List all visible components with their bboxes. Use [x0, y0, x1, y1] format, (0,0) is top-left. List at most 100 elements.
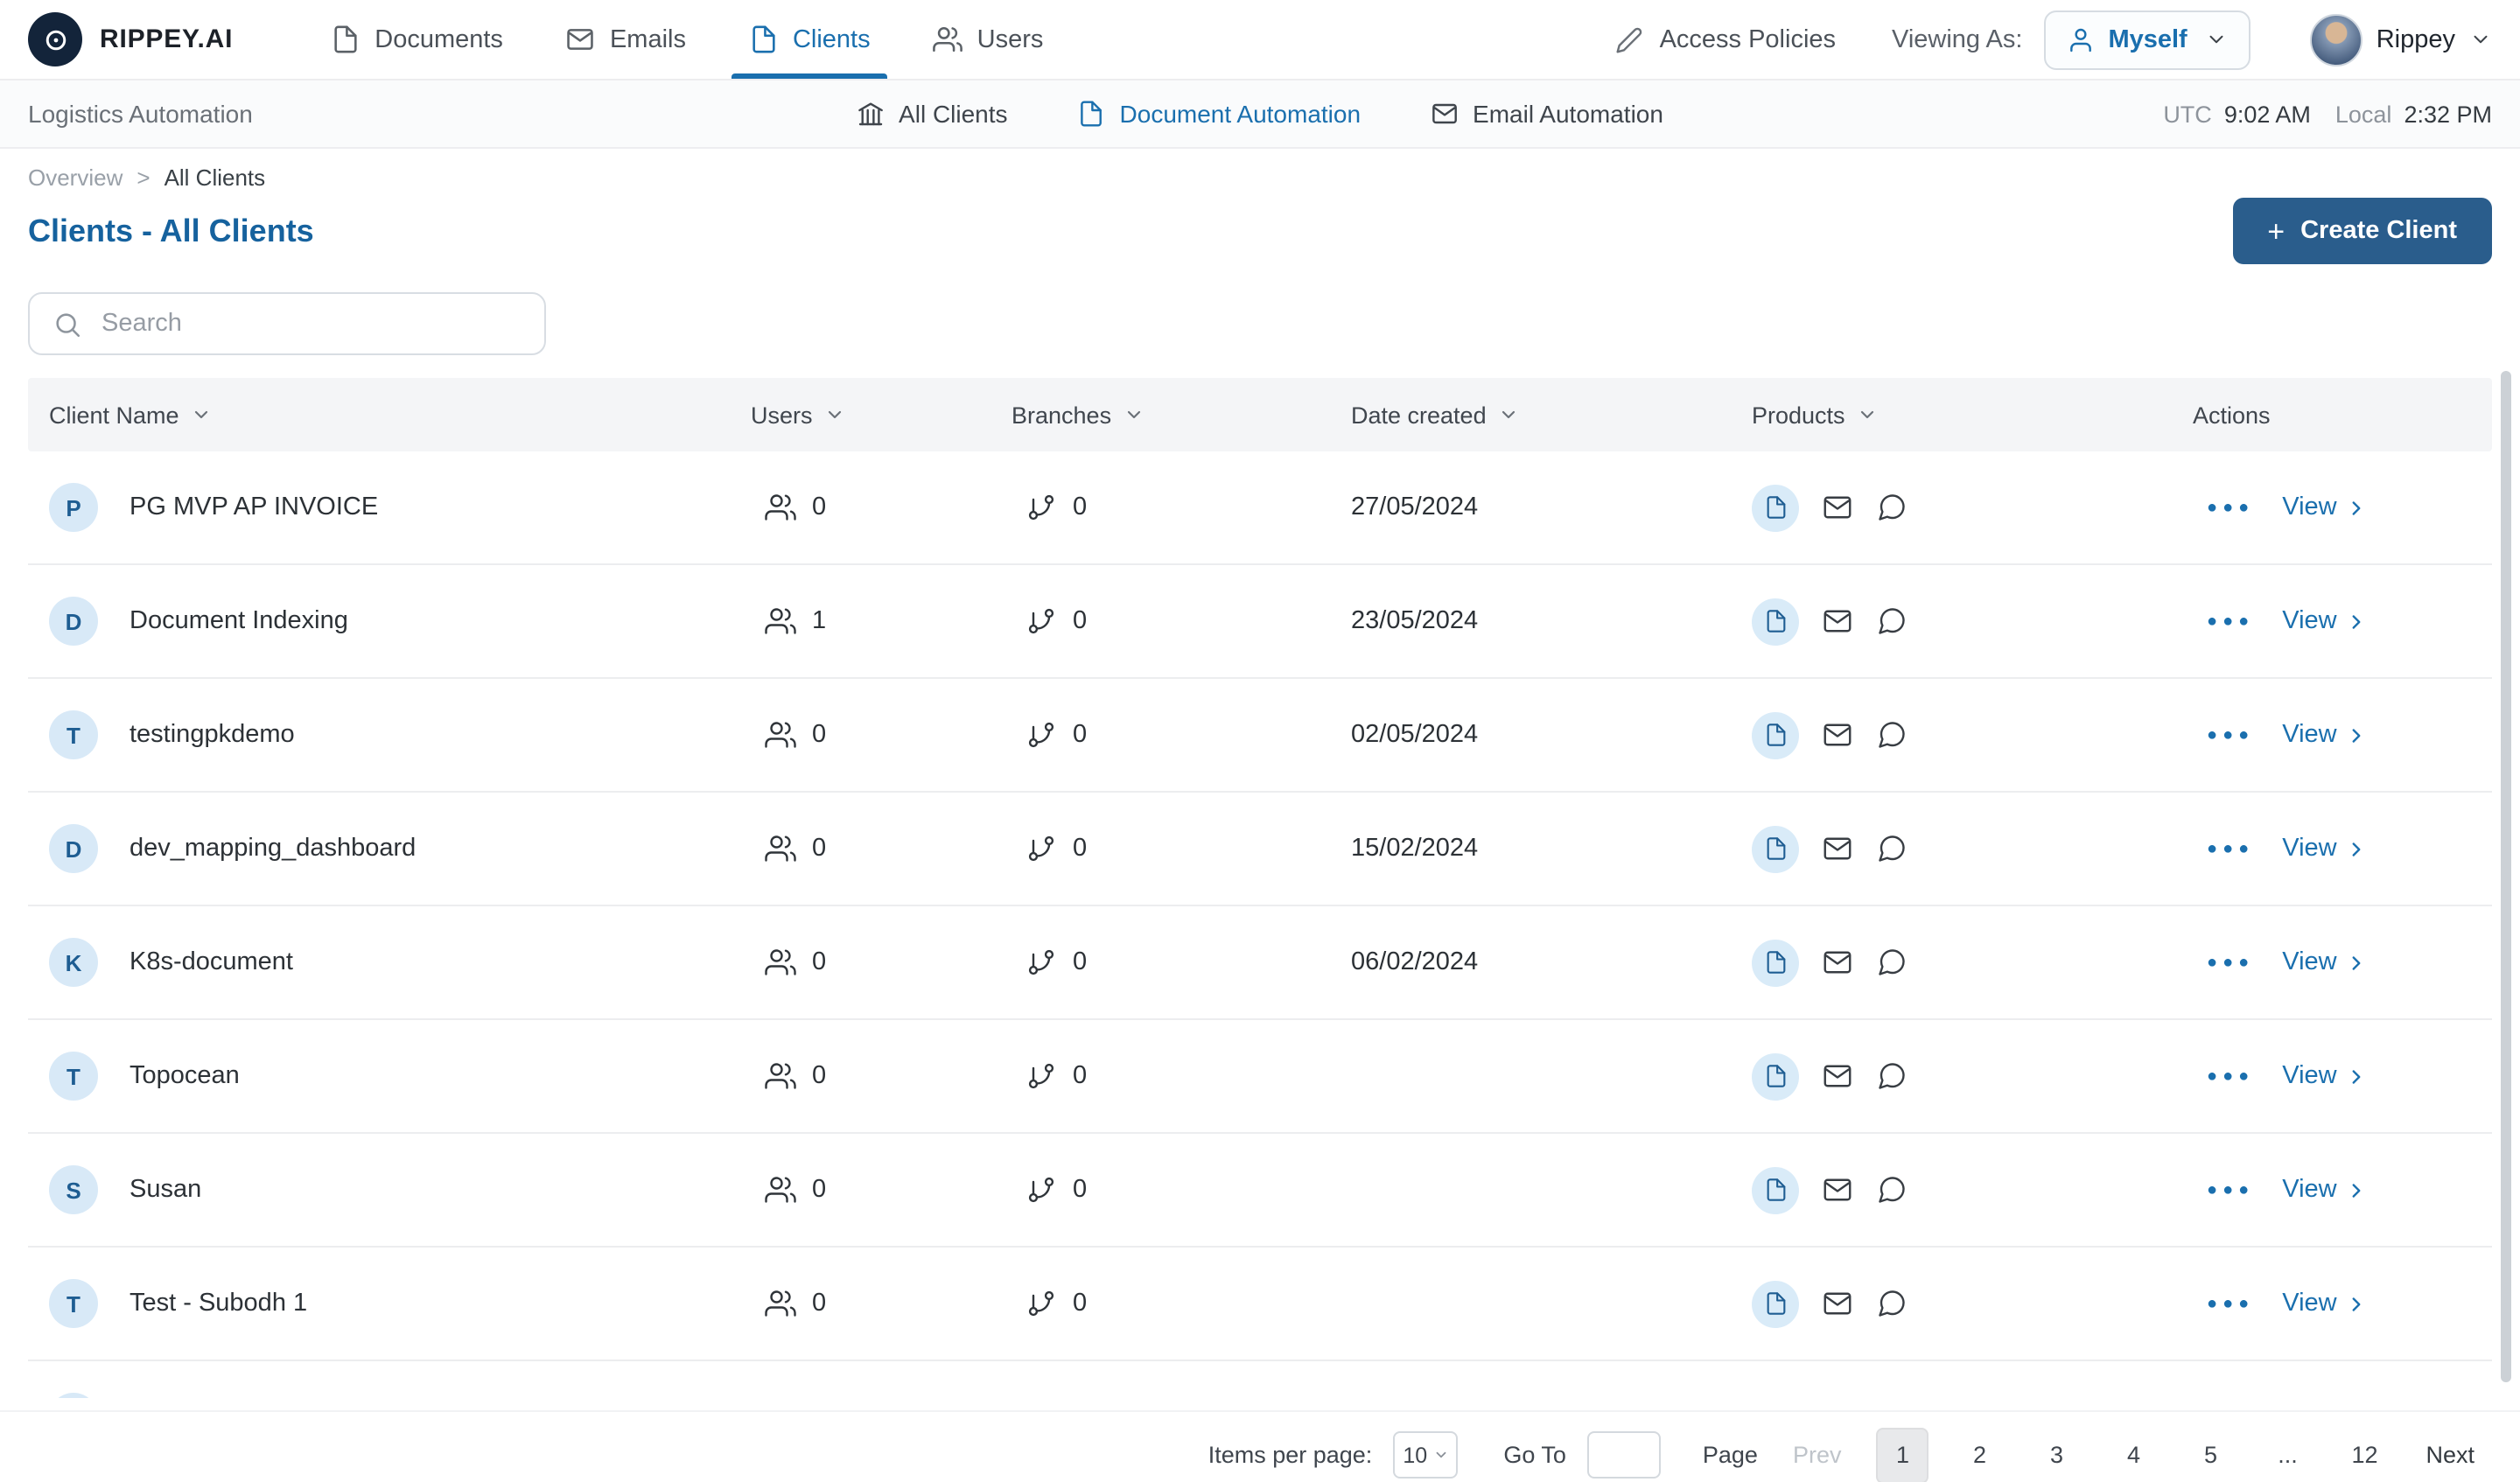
vertical-scrollbar[interactable]	[2501, 371, 2511, 1382]
goto-page-input[interactable]	[1586, 1431, 1661, 1479]
more-options-icon[interactable]: ●●●	[2207, 1180, 2254, 1199]
prev-page-button[interactable]: Prev	[1793, 1442, 1842, 1468]
nav-item-documents[interactable]: Documents	[331, 0, 503, 79]
chevron-right-icon	[2353, 955, 2362, 969]
client-name-cell: S Susan	[28, 1165, 751, 1214]
page-number-button[interactable]: 1	[1876, 1427, 1929, 1482]
date-created-cell: 02/05/2024	[1351, 721, 1479, 749]
actions-cell: ●●● View	[2193, 721, 2492, 749]
view-link[interactable]: View	[2282, 1062, 2368, 1090]
users-count: 0	[812, 721, 827, 749]
view-link[interactable]: View	[2282, 1290, 2368, 1318]
column-header-client-name[interactable]: Client Name	[28, 402, 751, 428]
view-link[interactable]: View	[2282, 607, 2368, 635]
viewing-as-label: Viewing As:	[1892, 25, 2023, 53]
table-row: D dev_mapping_dashboard 0 0 15/02/2024 ●…	[28, 793, 2492, 906]
table-row: T Topocean 0 0 ●●● View	[28, 1020, 2492, 1134]
product-chat-icon	[1876, 1174, 1908, 1206]
clients-table: Client Name Users Branches Date created …	[28, 378, 2492, 1398]
avatar	[2309, 13, 2362, 66]
chevron-right-icon	[2353, 1069, 2362, 1083]
chevron-right-icon	[2353, 728, 2362, 742]
branches-cell: 0	[1012, 1060, 1351, 1092]
brand-logo[interactable]	[28, 12, 82, 66]
search-box	[28, 292, 546, 355]
view-link[interactable]: View	[2282, 493, 2368, 521]
tab-email-automation[interactable]: Email Automation	[1431, 100, 1663, 128]
view-link[interactable]: View	[2282, 835, 2368, 863]
page-number-button[interactable]: 12	[2338, 1427, 2390, 1482]
app-window: RIPPEY.AI Documents Emails Clients Users…	[0, 0, 2520, 1482]
more-options-icon[interactable]: ●●●	[2207, 612, 2254, 631]
more-options-icon[interactable]: ●●●	[2207, 498, 2254, 517]
document-icon	[334, 25, 357, 53]
users-cell: 0	[751, 1174, 1012, 1206]
more-options-icon[interactable]: ●●●	[2207, 1066, 2254, 1086]
more-options-icon[interactable]: ●●●	[2207, 839, 2254, 858]
breadcrumb-overview[interactable]: Overview	[28, 164, 122, 191]
column-header-branches[interactable]: Branches	[1012, 402, 1351, 428]
products-cell	[1752, 598, 2193, 645]
product-email-icon	[1822, 833, 1853, 864]
more-options-icon[interactable]: ●●●	[2207, 725, 2254, 744]
building-icon	[858, 102, 883, 126]
actions-cell: ●●● View	[2193, 1176, 2492, 1204]
users-icon	[765, 608, 796, 634]
column-header-users[interactable]: Users	[751, 402, 1012, 428]
section-bar: Logistics Automation All Clients Documen…	[0, 80, 2520, 149]
nav-item-emails[interactable]: Emails	[566, 0, 686, 79]
users-icon	[765, 494, 796, 521]
branch-icon	[1028, 1290, 1054, 1317]
next-page-button[interactable]: Next	[2426, 1442, 2474, 1468]
page-number-button[interactable]: 4	[2107, 1427, 2160, 1482]
top-navigation: RIPPEY.AI Documents Emails Clients Users…	[0, 0, 2520, 80]
column-header-date-created[interactable]: Date created	[1351, 402, 1752, 428]
chevron-down-icon	[2474, 35, 2488, 44]
view-link[interactable]: View	[2282, 948, 2368, 976]
actions-cell: ●●● View	[2193, 835, 2492, 863]
page-number-button[interactable]: ...	[2261, 1427, 2314, 1482]
column-header-products[interactable]: Products	[1752, 402, 2193, 428]
person-icon	[2069, 27, 2091, 52]
branches-cell: 0	[1012, 605, 1351, 637]
view-link[interactable]: View	[2282, 721, 2368, 749]
search-input[interactable]	[102, 310, 522, 338]
branches-cell: 0	[1012, 833, 1351, 864]
users-icon	[765, 1177, 796, 1203]
branches-count: 0	[1073, 721, 1088, 749]
client-name: Topocean	[130, 1062, 240, 1090]
nav-item-clients[interactable]: Clients	[731, 0, 889, 79]
products-cell	[1752, 484, 2193, 531]
access-policies-link[interactable]: Access Policies	[1616, 25, 1836, 53]
users-count: 1	[812, 607, 827, 635]
items-per-page-select[interactable]: 10	[1393, 1431, 1459, 1479]
table-header: Client Name Users Branches Date created …	[28, 378, 2492, 451]
items-per-page-label: Items per page:	[1208, 1442, 1373, 1468]
tab-all-clients[interactable]: All Clients	[857, 100, 1008, 128]
page-label: Page	[1702, 1442, 1758, 1468]
date-created-cell: 15/02/2024	[1351, 835, 1479, 863]
more-options-icon[interactable]: ●●●	[2207, 953, 2254, 972]
users-cell: 0	[751, 833, 1012, 864]
branches-cell: 0	[1012, 1174, 1351, 1206]
tab-document-automation[interactable]: Document Automation	[1078, 100, 1361, 128]
profile-menu[interactable]: Rippey	[2309, 13, 2492, 66]
nav-label: Documents	[374, 25, 503, 53]
client-name: PG MVP AP INVOICE	[130, 493, 379, 521]
tab-label: All Clients	[899, 100, 1008, 128]
sort-chevron-icon	[1861, 410, 1874, 419]
product-email-icon	[1822, 1060, 1853, 1092]
page-number-button[interactable]: 3	[2030, 1427, 2082, 1482]
view-link[interactable]: View	[2282, 1176, 2368, 1204]
product-chat-icon	[1876, 492, 1908, 523]
access-policies-label: Access Policies	[1659, 25, 1837, 53]
nav-item-users[interactable]: Users	[933, 0, 1043, 79]
product-email-icon	[1822, 947, 1853, 978]
create-client-button[interactable]: + Create Client	[2232, 198, 2492, 264]
page-number-button[interactable]: 5	[2184, 1427, 2236, 1482]
page-number-button[interactable]: 2	[1953, 1427, 2006, 1482]
branch-icon	[1028, 1063, 1054, 1089]
viewing-as-dropdown[interactable]: Myself	[2043, 10, 2250, 69]
client-name-cell: D Document Indexing	[28, 597, 751, 646]
more-options-icon[interactable]: ●●●	[2207, 1294, 2254, 1313]
